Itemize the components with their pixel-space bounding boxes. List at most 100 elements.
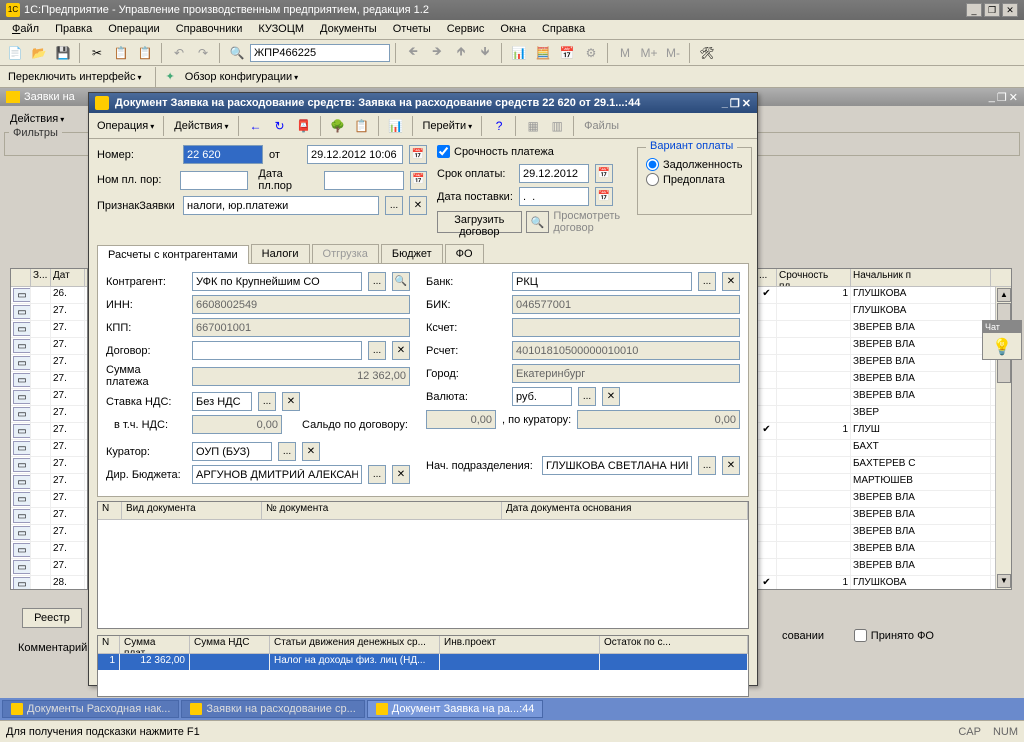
left-list-table[interactable]: З... Дат ▭26.▭27.▭27.▭27.▭27.▭27.▭27.▭27… [10,268,88,590]
tool-b-icon[interactable]: 🧮 [532,42,554,64]
mplus-icon[interactable]: M+ [638,42,660,64]
table-row[interactable]: ✔1ГЛУШКОВА [757,287,1011,304]
table-row[interactable]: БАХТ [757,440,1011,457]
postavka-input[interactable] [519,187,589,206]
menu-edit[interactable]: Правка [49,22,98,37]
maximize-button[interactable]: ❐ [984,3,1000,17]
redo-icon[interactable]: ↷ [192,42,214,64]
accepted-fo-check-input[interactable] [854,629,867,642]
dialog-titlebar[interactable]: Документ Заявка на расходование средств:… [89,93,757,113]
table-row[interactable]: ✔1ГЛУШ [757,423,1011,440]
number-input[interactable] [183,145,263,164]
bg-close-button[interactable]: ✕ [1009,91,1018,104]
table-row[interactable]: ЗВЕРЕВ ВЛА [757,508,1011,525]
table-row[interactable]: ▭27. [11,525,87,542]
nav-back-icon[interactable]: 🡸 [402,42,424,64]
table-row[interactable]: ▭27. [11,440,87,457]
menu-windows[interactable]: Окна [494,22,532,37]
table-row[interactable]: ЗВЕРЕВ ВЛА [757,338,1011,355]
new-doc-icon[interactable]: 📄 [4,42,26,64]
table-row[interactable]: ▭27. [11,457,87,474]
table-row[interactable]: ЗВЕРЕВ ВЛА [757,542,1011,559]
table-row[interactable]: ЗВЕРЕВ ВЛА [757,372,1011,389]
dirb-input[interactable] [192,465,362,484]
priznak-clear-button[interactable]: ✕ [409,196,427,215]
ndsrate-clear-button[interactable]: ✕ [282,392,300,411]
bank-clear-button[interactable]: ✕ [722,272,740,291]
bank-select-button[interactable]: ... [698,272,716,291]
dlg-close-button[interactable]: ✕ [742,97,751,110]
menu-docs[interactable]: Документы [314,22,383,37]
table-row[interactable]: ▭27. [11,491,87,508]
ndsrate-input[interactable] [192,392,252,411]
menu-file[interactable]: ФФайлайл [6,22,45,37]
priznak-select-button[interactable]: ... [385,196,403,215]
search-input[interactable] [250,44,390,62]
undo-icon[interactable]: ↶ [168,42,190,64]
dlg-minimize-button[interactable]: _ [722,97,728,110]
menu-kuzocm[interactable]: КУЗОЦМ [252,22,310,37]
prepay-radio[interactable] [646,173,659,186]
open-icon[interactable]: 📂 [28,42,50,64]
calendar-icon[interactable]: 📅 [409,145,427,164]
help-icon[interactable]: ? [488,115,510,137]
nachpodr-select-button[interactable]: ... [698,456,716,475]
nav-fwd-icon[interactable]: 🡺 [426,42,448,64]
contragent-open-button[interactable]: 🔍 [392,272,410,291]
switch-interface-button[interactable]: Переключить интерфейс [4,70,146,84]
tool-c-icon[interactable]: 📅 [556,42,578,64]
table-row[interactable]: ЗВЕРЕВ ВЛА [757,491,1011,508]
find-icon[interactable]: 🔍 [226,42,248,64]
menu-help[interactable]: Справка [536,22,591,37]
table-row[interactable]: ▭27. [11,423,87,440]
table-row[interactable]: ЗВЕРЕВ ВЛА [757,525,1011,542]
table-row[interactable]: ▭27. [11,542,87,559]
kurator-select-button[interactable]: ... [278,442,296,461]
table-row[interactable]: ▭27. [11,321,87,338]
urgency-checkbox[interactable] [437,145,450,158]
reestr-button[interactable]: Реестр [22,608,82,628]
right-list-table[interactable]: ... Срочность пл... Начальник п ✔1ГЛУШКО… [756,268,1012,590]
tab-fo[interactable]: ФО [445,244,484,263]
table-row[interactable]: ▭27. [11,372,87,389]
report-icon[interactable]: 📊 [385,115,407,137]
tool-d-icon[interactable]: ⚙ [580,42,602,64]
tab-otgruzka[interactable]: Отгрузка [312,244,379,263]
contragent-input[interactable] [192,272,362,291]
table-row[interactable]: ЗВЕР [757,406,1011,423]
table-row[interactable]: ▭27. [11,355,87,372]
payments-grid[interactable]: N Сумма плат... Сумма НДС Статьи движени… [97,635,749,697]
table-row[interactable]: ▭27. [11,508,87,525]
bg-minimize-button[interactable]: _ [989,91,995,104]
post-icon[interactable]: 📮 [293,115,315,137]
nachpodr-clear-button[interactable]: ✕ [722,456,740,475]
kurator-input[interactable] [192,442,272,461]
valuta-select-button[interactable]: ... [578,387,596,406]
nav-up-icon[interactable]: 🡹 [450,42,472,64]
tab-budget[interactable]: Бюджет [381,244,443,263]
close-button[interactable]: ✕ [1002,3,1018,17]
table-row[interactable]: ЗВЕРЕВ ВЛА [757,355,1011,372]
minimize-button[interactable]: _ [966,3,982,17]
payments-grid-row[interactable]: 1 12 362,00 Налог на доходы физ. лиц (НД… [98,654,748,670]
refresh-icon[interactable]: ↻ [269,115,291,137]
tool-a-icon[interactable]: 📊 [508,42,530,64]
dirb-clear-button[interactable]: ✕ [392,465,410,484]
dogovor-input[interactable] [192,341,362,360]
copy-icon[interactable]: 📋 [110,42,132,64]
bank-input[interactable] [512,272,692,291]
valuta-input[interactable] [512,387,572,406]
srok-input[interactable] [519,164,589,183]
accepted-fo-checkbox[interactable]: Принято ФО [854,629,934,642]
tools-icon[interactable]: 🛠 [696,42,718,64]
dlg-actions-menu[interactable]: Действия [170,119,232,133]
nav-dn-icon[interactable]: 🡻 [474,42,496,64]
dlg-maximize-button[interactable]: ❐ [730,97,740,110]
table-row[interactable]: БАХТЕРЕВ С [757,457,1011,474]
srok-cal-icon[interactable]: 📅 [595,164,613,183]
tab-raschety[interactable]: Расчеты с контрагентами [97,245,249,264]
docs-grid[interactable]: N Вид документа № документа Дата докумен… [97,501,749,629]
mminus-icon[interactable]: M- [662,42,684,64]
opt2-icon[interactable]: ▥ [546,115,568,137]
table-row[interactable]: ▭27. [11,474,87,491]
